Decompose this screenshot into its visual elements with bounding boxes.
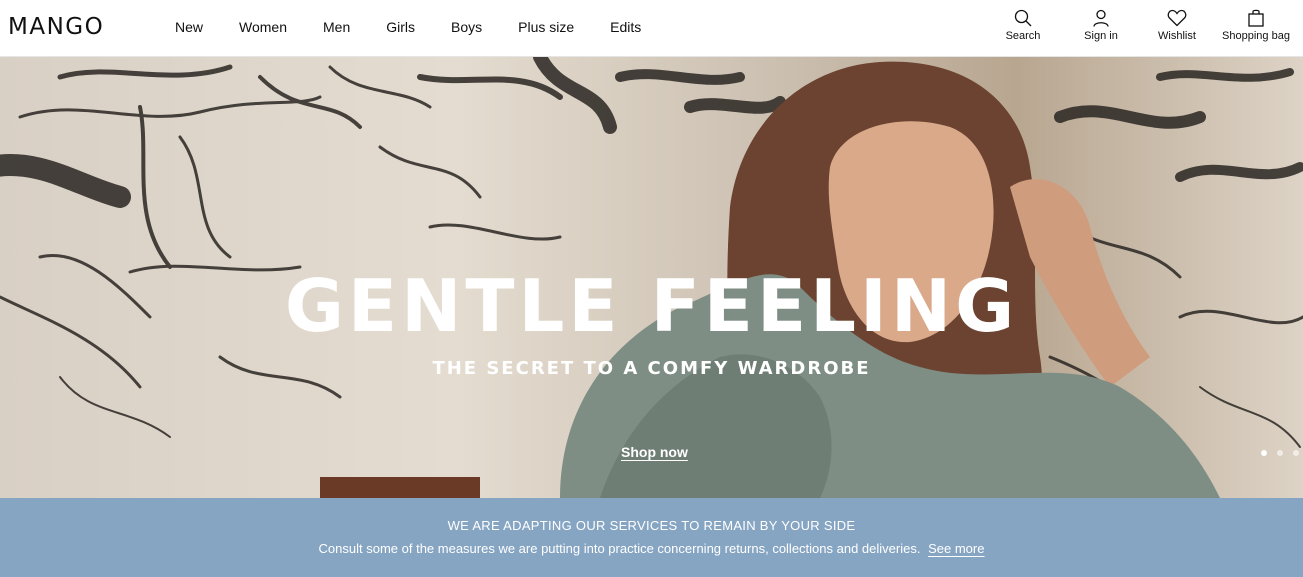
notice-text: Consult some of the measures we are putt… [318,541,921,556]
nav-item-men[interactable]: Men [323,19,350,35]
see-more-link[interactable]: See more [928,541,984,556]
nav-item-girls[interactable]: Girls [386,19,415,35]
shopping-bag-label: Shopping bag [1222,30,1290,42]
wishlist-label: Wishlist [1158,30,1196,42]
carousel-dot[interactable] [1261,450,1267,456]
service-notice-banner: WE ARE ADAPTING OUR SERVICES TO REMAIN B… [0,498,1303,577]
carousel-dot[interactable] [1277,450,1283,456]
shopping-bag-button[interactable]: Shopping bag [1217,9,1295,42]
shopping-bag-icon [1248,9,1264,27]
nav-item-new[interactable]: New [175,19,203,35]
nav-item-boys[interactable]: Boys [451,19,482,35]
notice-body: Consult some of the measures we are putt… [0,541,1303,556]
nav-item-edits[interactable]: Edits [610,19,641,35]
user-icon [1093,9,1109,27]
hero-subtitle: THE SECRET TO A COMFY WARDROBE [432,358,871,379]
nav-item-plus-size[interactable]: Plus size [518,19,574,35]
notice-title: WE ARE ADAPTING OUR SERVICES TO REMAIN B… [447,518,856,533]
carousel-dots [1261,450,1299,456]
wishlist-button[interactable]: Wishlist [1157,9,1197,42]
search-button[interactable]: Search [1003,9,1043,42]
search-label: Search [1005,30,1041,42]
site-header: MANGO New Women Men Girls Boys Plus size… [0,0,1303,57]
nav-item-women[interactable]: Women [239,19,287,35]
heart-icon [1167,9,1187,27]
sign-in-button[interactable]: Sign in [1081,9,1121,42]
hero-banner[interactable]: GENTLE FEELING THE SECRET TO A COMFY WAR… [0,57,1303,498]
search-icon [1014,9,1032,27]
shop-now-link[interactable]: Shop now [621,444,688,460]
hero-title: GENTLE FEELING [284,264,1019,348]
mango-logo[interactable]: MANGO [8,14,104,40]
sign-in-label: Sign in [1084,30,1118,42]
carousel-dot[interactable] [1293,450,1299,456]
main-nav: New Women Men Girls Boys Plus size Edits [175,19,641,35]
